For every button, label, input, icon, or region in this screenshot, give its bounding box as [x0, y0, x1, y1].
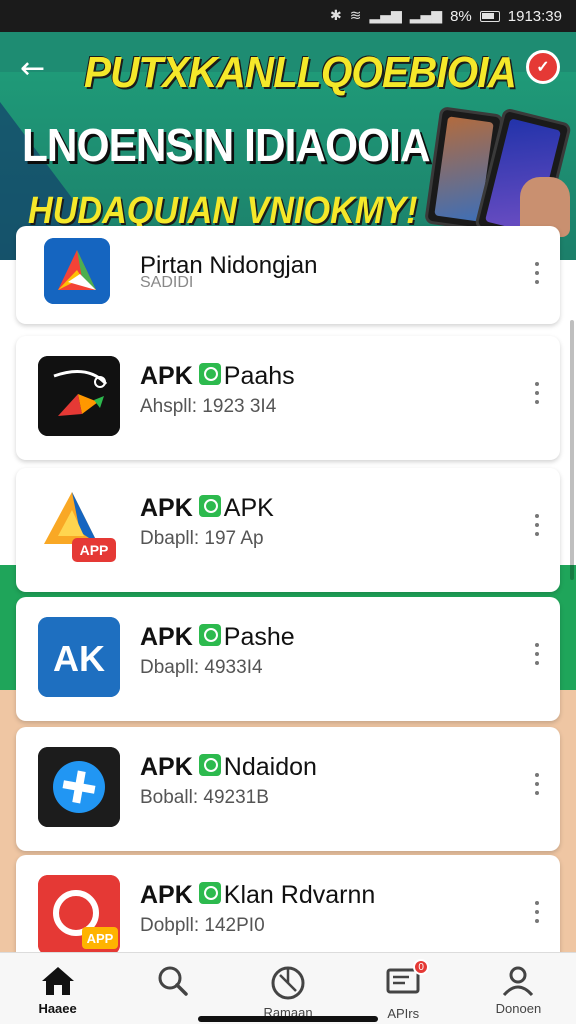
compass-icon	[271, 966, 305, 1000]
tab-label: Donoen	[495, 1001, 542, 1016]
notification-icon[interactable]: ✓	[526, 50, 560, 84]
app-card[interactable]: Pirtan Nidongjan SADIDI	[16, 226, 560, 324]
svg-text:APP: APP	[87, 931, 114, 946]
red-app-icon: APP	[38, 875, 120, 955]
bluetooth-icon: ✱	[329, 8, 342, 24]
svg-text:AK: AK	[53, 638, 105, 679]
play-triangle-icon	[44, 238, 110, 304]
wifi-icon: ≋	[349, 8, 362, 24]
app-meta: Ahspll: 1923 3I4	[140, 396, 277, 417]
search-icon	[158, 966, 188, 996]
verified-badge-icon	[198, 495, 221, 518]
hero-subtitle-1: LNOENSIN IDIAOOIA	[22, 119, 431, 171]
status-bar: ✱ ≋ ▂▄▆ ▂▄▆ 8% 1913:39	[0, 0, 576, 32]
battery-icon	[479, 10, 500, 22]
app-card[interactable]: APP APK Klan Rdvarnn Dobpll: 142PI0	[16, 855, 560, 965]
apk-android-icon: APP	[38, 488, 120, 568]
home-indicator[interactable]	[198, 1016, 378, 1022]
verified-badge-icon	[198, 363, 221, 386]
ak-logo-icon: AK	[38, 617, 120, 697]
app-title: APK Klan Rdvarnn	[140, 881, 376, 909]
battery-percent: 8%	[450, 7, 472, 25]
bottom-tab-bar: Haaee Ramaan 0 APIrs Donoen	[0, 952, 576, 1024]
app-title: APK Paahs	[140, 362, 295, 390]
scrollbar[interactable]	[570, 320, 574, 580]
verified-badge-icon	[198, 754, 221, 777]
tab-search[interactable]	[115, 953, 230, 1024]
verified-badge-icon	[198, 624, 221, 647]
tab-donoen[interactable]: Donoen	[461, 953, 576, 1024]
more-options-icon[interactable]	[530, 773, 544, 795]
signal-icon: ▂▄▆	[369, 8, 402, 24]
app-meta: Boball: 49231B	[140, 787, 269, 808]
tab-apirs[interactable]: 0 APIrs	[346, 953, 461, 1024]
hero-title: PUTXKANLLQOEBIOIA	[84, 48, 517, 97]
app-meta: SADIDI	[140, 274, 194, 291]
more-options-icon[interactable]	[530, 643, 544, 665]
app-meta: Dbapll: 197 Ap	[140, 528, 264, 549]
inbox-wrap: 0	[385, 959, 430, 1002]
tab-label: APIrs	[387, 1006, 420, 1021]
app-title: APK Ndaidon	[140, 753, 317, 781]
plus-circle-icon	[38, 747, 120, 827]
person-icon	[503, 966, 534, 997]
app-card[interactable]: APP APK APK Dbapll: 197 Ap	[16, 468, 560, 592]
app-title: APK Pashe	[140, 623, 295, 651]
notification-badge: 0	[413, 959, 430, 975]
svg-text:APP: APP	[80, 542, 109, 558]
clock: 1913:39	[507, 7, 562, 25]
signal-icon-2: ▂▄▆	[409, 8, 443, 24]
arrow-logo-icon	[38, 356, 120, 436]
app-meta: Dobpll: 142PI0	[140, 915, 265, 936]
app-card[interactable]: AK APK Pashe Dbapll: 4933I4	[16, 597, 560, 721]
verified-badge-icon	[198, 882, 221, 905]
home-icon	[41, 967, 74, 995]
app-title: APK APK	[140, 494, 274, 522]
app-card[interactable]: APK Ndaidon Boball: 49231B	[16, 727, 560, 851]
app-meta: Dbapll: 4933I4	[140, 657, 263, 678]
tab-ramaan[interactable]: Ramaan	[230, 953, 345, 1024]
more-options-icon[interactable]	[530, 901, 544, 923]
tab-label: Haaee	[38, 1001, 77, 1016]
more-options-icon[interactable]	[530, 514, 544, 536]
more-options-icon[interactable]	[530, 382, 544, 404]
back-arrow-icon[interactable]: ←	[20, 52, 56, 88]
tab-home[interactable]: Haaee	[0, 953, 115, 1024]
app-card[interactable]: APK Paahs Ahspll: 1923 3I4	[16, 336, 560, 460]
more-options-icon[interactable]	[530, 262, 544, 284]
